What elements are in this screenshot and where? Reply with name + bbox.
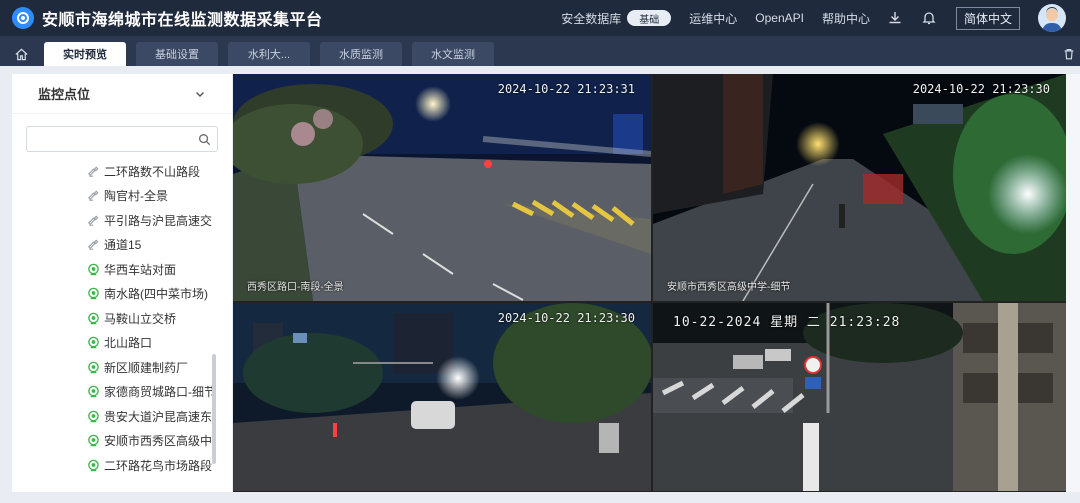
- sidebar-scrollbar[interactable]: [212, 354, 216, 464]
- search-box: [26, 126, 218, 152]
- camera-online-icon: [86, 409, 100, 423]
- camera-view-4[interactable]: 10-22-2024 星期 二 21:23:28: [653, 303, 1066, 491]
- tab-bar: 实时预览 基础设置 水利大... 水质监测 水文监测: [0, 36, 1080, 66]
- site-list-item-label: 二环路花鸟市场路段: [104, 458, 213, 473]
- camera-label-1: 西秀区路口-南段-全景: [247, 282, 344, 293]
- camera-timestamp-3: 2024-10-22 21:23:30: [497, 311, 635, 325]
- camera-online-icon: [86, 434, 100, 448]
- site-list-item[interactable]: 二环路数不山路段: [12, 159, 232, 184]
- video-grid: 2024-10-22 21:23:31 西秀区路口-南段-全景 2024-10-…: [233, 74, 1066, 492]
- camera-offline-icon: [86, 213, 100, 227]
- sidebar-header[interactable]: 监控点位: [12, 74, 232, 114]
- app-logo-icon: [12, 7, 34, 29]
- site-list-item[interactable]: 华西车站对面: [12, 257, 232, 282]
- language-select[interactable]: 简体中文: [955, 6, 1020, 30]
- site-list-item[interactable]: 南水路(四中菜市场): [12, 282, 232, 307]
- camera-online-icon: [86, 336, 100, 350]
- site-list-item[interactable]: 马鞍山立交桥: [12, 306, 232, 331]
- site-list-item[interactable]: 新区顺建制药厂: [12, 355, 232, 380]
- home-icon[interactable]: [8, 42, 34, 66]
- download-icon[interactable]: [886, 9, 904, 27]
- camera-timestamp-2: 2024-10-22 21:23:30: [912, 82, 1050, 96]
- site-list-item-label: 华西车站对面: [104, 262, 177, 277]
- site-list-item-label: 通道15: [104, 238, 142, 253]
- site-list-item[interactable]: 陶官村-全景: [12, 184, 232, 209]
- tab-water-conservancy[interactable]: 水利大...: [228, 42, 310, 66]
- camera-online-icon: [86, 385, 100, 399]
- top-nav: 安全数据库 基础 运维中心 OpenAPI 帮助中心 简体中文: [543, 4, 1080, 32]
- site-list-item-label: 南水路(四中菜市场): [104, 287, 208, 302]
- site-list-item[interactable]: 平引路与沪昆高速交: [12, 208, 232, 233]
- camera-view-2[interactable]: 2024-10-22 21:23:30 安顺市西秀区高级中学-细节: [653, 74, 1066, 301]
- camera-scene-2: [653, 74, 1066, 301]
- tab-basic-settings[interactable]: 基础设置: [136, 42, 218, 66]
- site-list-item-label: 安顺市西秀区高级中: [104, 434, 213, 449]
- camera-label-2: 安顺市西秀区高级中学-细节: [667, 282, 791, 293]
- app-title: 安顺市海绵城市在线监测数据采集平台: [42, 12, 323, 29]
- nav-openapi[interactable]: OpenAPI: [755, 11, 804, 25]
- site-list-item[interactable]: 家德商贸城路口-细节: [12, 380, 232, 405]
- nav-ops-center[interactable]: 运维中心: [689, 10, 737, 27]
- site-list-item[interactable]: 安顺市西秀区高级中: [12, 429, 232, 454]
- camera-timestamp-4: 10-22-2024 星期 二 21:23:28: [673, 315, 901, 330]
- tab-realtime-preview[interactable]: 实时预览: [44, 42, 126, 66]
- camera-timestamp-1: 2024-10-22 21:23:31: [497, 82, 635, 96]
- mode-toggle[interactable]: 基础: [627, 10, 672, 26]
- camera-scene-3: [233, 303, 651, 491]
- camera-offline-icon: [86, 238, 100, 252]
- site-list: 二环路数不山路段 陶官村-全景平引路与沪昆高速交 通道15 华西车站对面南水路(四中菜…: [12, 159, 232, 486]
- site-list-item[interactable]: 二环路花鸟市场路段: [12, 453, 232, 478]
- site-list-item-label: 平引路与沪昆高速交: [104, 213, 213, 228]
- site-list-item[interactable]: 通道15: [12, 233, 232, 258]
- camera-view-3[interactable]: 2024-10-22 21:23:30: [233, 303, 651, 491]
- camera-scene-1: [233, 74, 651, 301]
- sidebar-title: 监控点位: [38, 87, 91, 102]
- site-list-item-label: 家德商贸城路口-细节: [104, 385, 214, 400]
- site-list-item-label: 马鞍山立交桥: [104, 311, 177, 326]
- site-list-item-label: 新区顺建制药厂: [104, 360, 189, 375]
- site-list-item-label: 北山路口: [104, 336, 153, 351]
- site-list-item-label: 二环路数不山路段: [104, 164, 201, 179]
- tab-water-quality[interactable]: 水质监测: [320, 42, 402, 66]
- right-scroll-edge: [1066, 74, 1080, 492]
- tab-hydrology[interactable]: 水文监测: [412, 42, 494, 66]
- camera-online-icon: [86, 311, 100, 325]
- trash-icon[interactable]: [1058, 42, 1080, 66]
- user-avatar[interactable]: [1038, 4, 1066, 32]
- camera-online-icon: [86, 287, 100, 301]
- camera-online-icon: [86, 458, 100, 472]
- bell-icon[interactable]: [920, 9, 938, 27]
- nav-security-db[interactable]: 安全数据库: [561, 10, 621, 27]
- camera-scene-4: [653, 303, 1066, 491]
- camera-online-icon: [86, 360, 100, 374]
- site-list-item[interactable]: 北山路口: [12, 331, 232, 356]
- site-list-item[interactable]: 贵安大道沪昆高速东: [12, 404, 232, 429]
- camera-offline-icon: [86, 189, 100, 203]
- camera-offline-icon: [86, 164, 100, 178]
- nav-help-center[interactable]: 帮助中心: [822, 10, 870, 27]
- chevron-down-icon[interactable]: [194, 88, 206, 100]
- camera-online-icon: [86, 262, 100, 276]
- top-bar: 安顺市海绵城市在线监测数据采集平台 安全数据库 基础 运维中心 OpenAPI …: [0, 0, 1080, 36]
- search-icon[interactable]: [198, 133, 211, 146]
- site-list-item-label: 陶官村-全景: [104, 189, 168, 204]
- camera-view-1[interactable]: 2024-10-22 21:23:31 西秀区路口-南段-全景: [233, 74, 651, 301]
- search-input[interactable]: [27, 127, 217, 151]
- monitor-sidebar: 监控点位 二环路数不山路段 陶官村-全景平引路与沪昆高速交 通道15 华西车站对面南水…: [12, 74, 232, 492]
- site-list-item-label: 贵安大道沪昆高速东: [104, 409, 213, 424]
